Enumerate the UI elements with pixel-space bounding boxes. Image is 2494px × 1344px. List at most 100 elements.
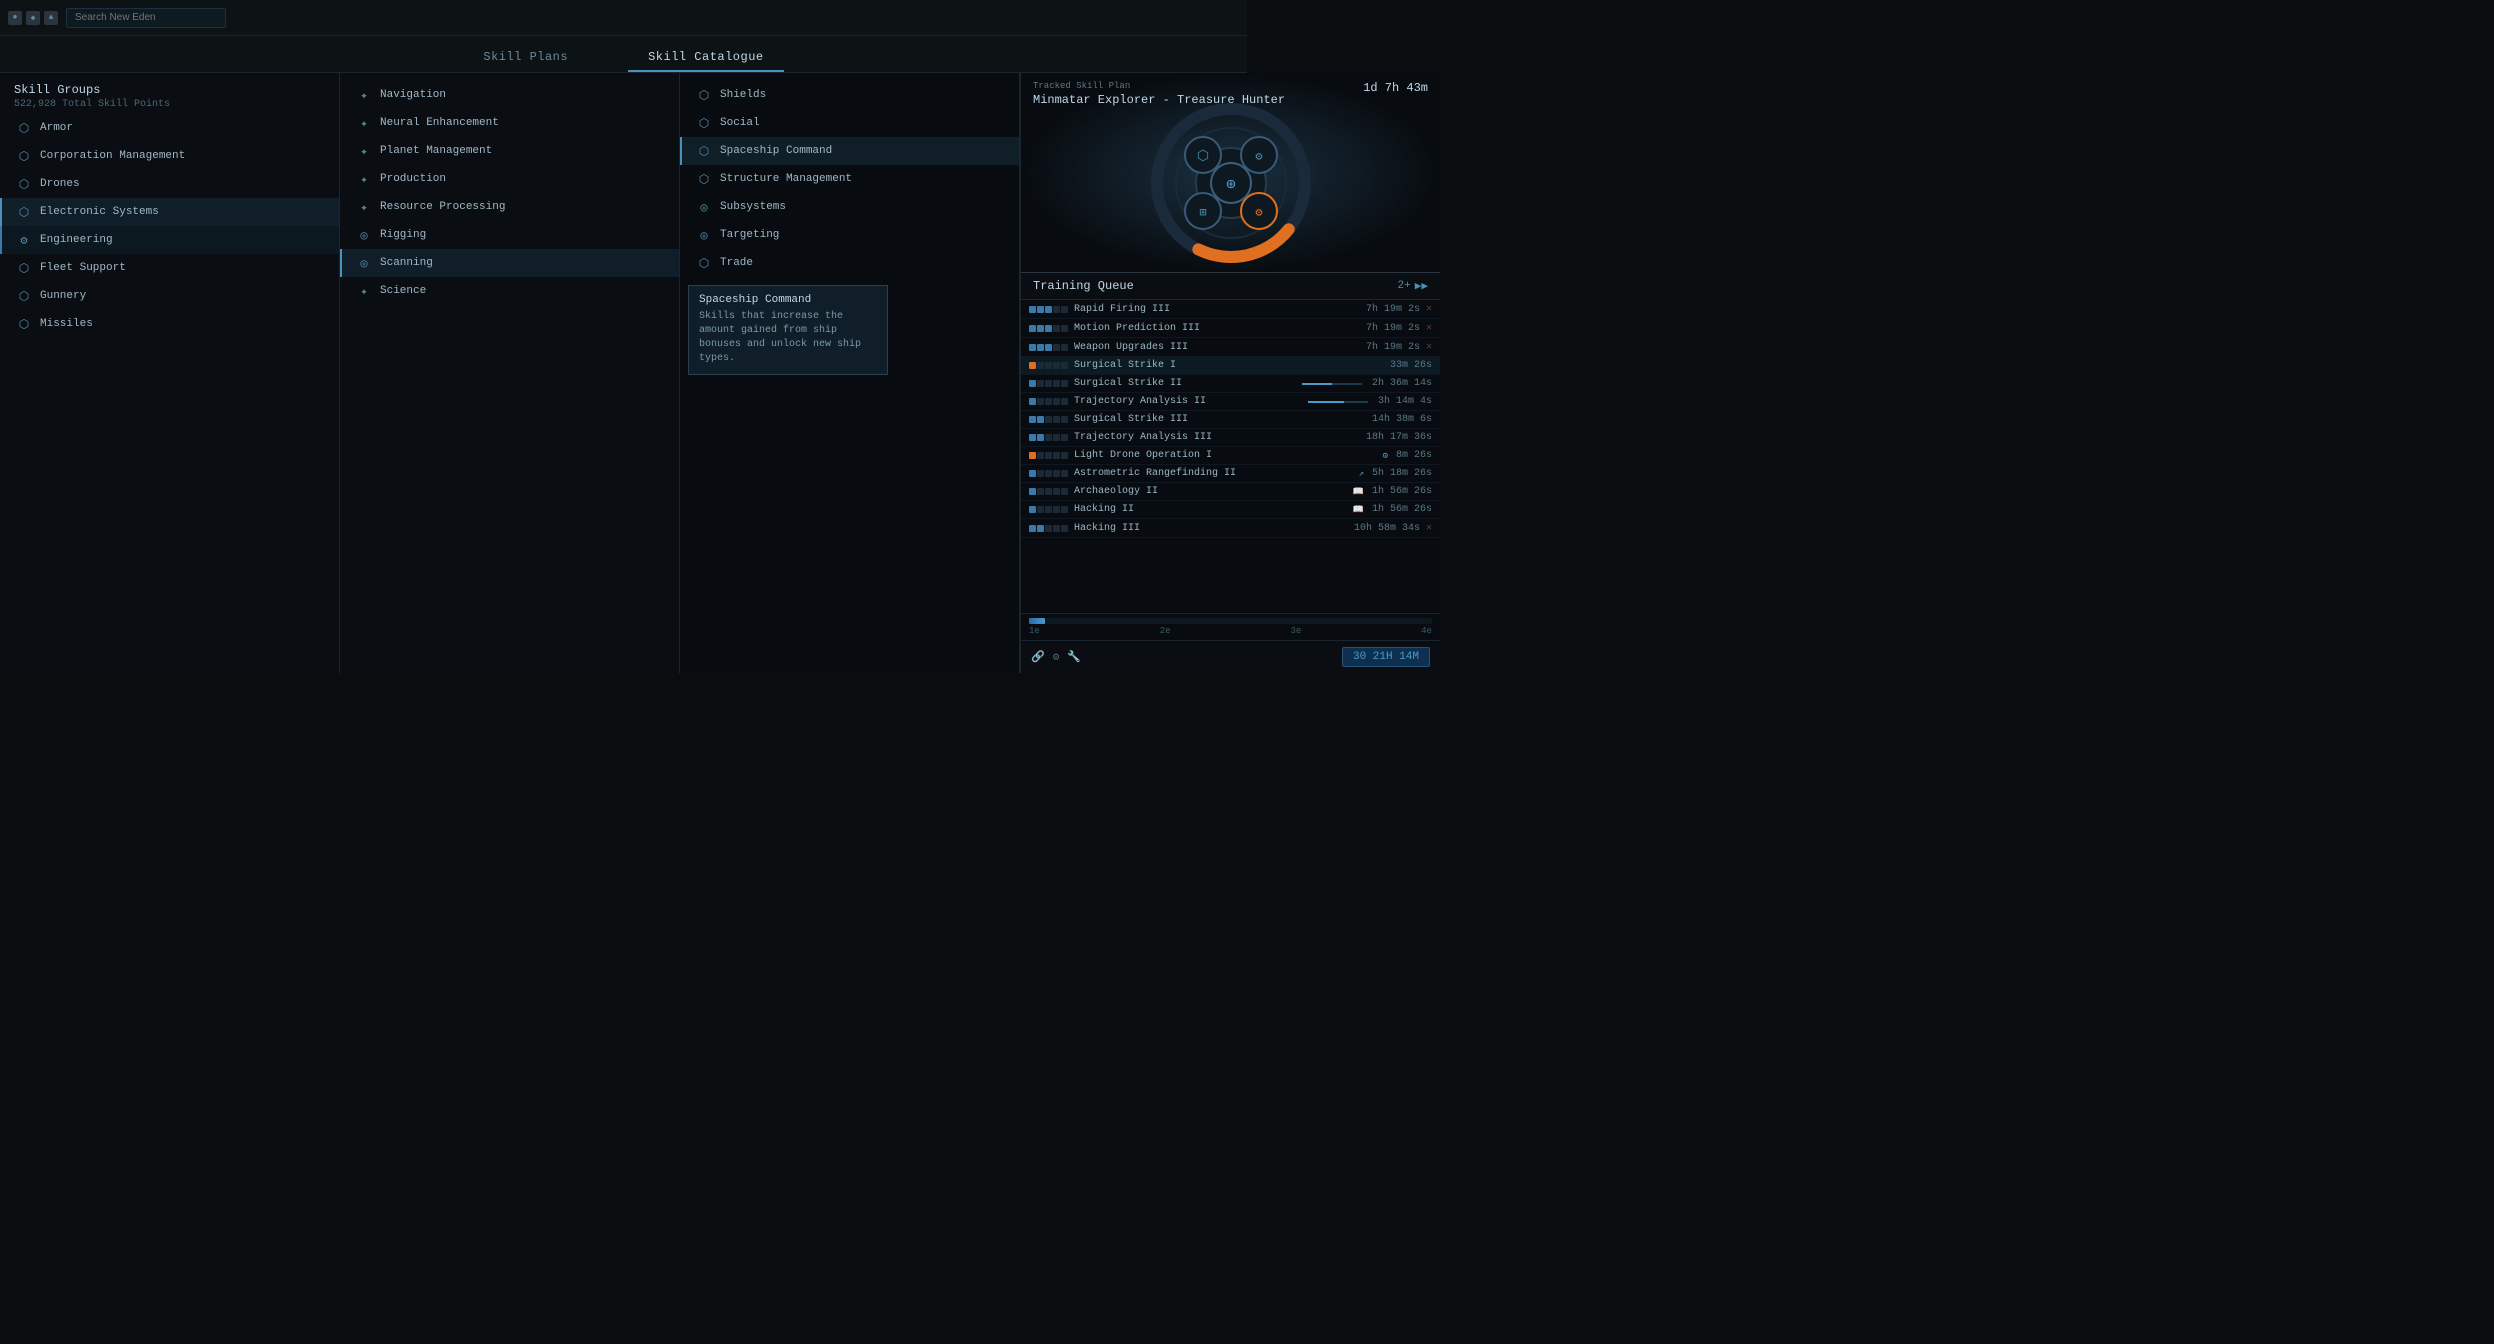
queue-dots <box>1029 434 1068 441</box>
queue-time: 5h 18m 26s <box>1372 468 1432 479</box>
armor-icon: ⬡ <box>16 120 32 136</box>
tracked-label: Tracked Skill Plan <box>1033 81 1130 91</box>
qdot <box>1061 506 1068 513</box>
queue-dots <box>1029 362 1068 369</box>
queue-remove[interactable]: ✕ <box>1426 303 1432 315</box>
category-item[interactable]: ✦ Science <box>340 277 679 305</box>
tab-skill-plans[interactable]: Skill Plans <box>463 44 588 72</box>
top-bar: ● ◆ ▲ <box>0 0 1247 36</box>
qdot <box>1053 380 1060 387</box>
subcat-item[interactable]: ⬡ Trade <box>680 249 1019 277</box>
queue-item[interactable]: Archaeology II 📖 1h 56m 26s <box>1021 483 1440 501</box>
subcat-label: Trade <box>720 257 753 269</box>
qdot <box>1029 416 1036 423</box>
qdot <box>1061 380 1068 387</box>
scanning-icon: ◎ <box>356 255 372 271</box>
link-icon[interactable]: 🔗 <box>1031 650 1045 664</box>
queue-item-active[interactable]: Light Drone Operation I ⚙ 8m 26s <box>1021 447 1440 465</box>
search-input[interactable] <box>66 8 226 28</box>
queue-item[interactable]: Hacking II 📖 1h 56m 26s <box>1021 501 1440 519</box>
skill-group-item[interactable]: ⬡ Corporation Management <box>0 142 339 170</box>
queue-dots <box>1029 416 1068 423</box>
queue-item[interactable]: Motion Prediction III 7h 19m 2s ✕ <box>1021 319 1440 338</box>
group-label: Fleet Support <box>40 262 126 274</box>
skill-group-item[interactable]: ⬡ Gunnery <box>0 282 339 310</box>
queue-remove[interactable]: ✕ <box>1426 522 1432 534</box>
category-item[interactable]: ◎ Rigging <box>340 221 679 249</box>
qdot <box>1053 488 1060 495</box>
category-item[interactable]: ✦ Neural Enhancement <box>340 109 679 137</box>
queue-list: Rapid Firing III 7h 19m 2s ✕ Motion Pred… <box>1021 300 1440 613</box>
queue-item[interactable]: Weapon Upgrades III 7h 19m 2s ✕ <box>1021 338 1440 357</box>
queue-item-active[interactable]: Surgical Strike I 33m 26s <box>1021 357 1440 375</box>
queue-dots <box>1029 470 1068 477</box>
qdot <box>1029 434 1036 441</box>
social-icon: ⬡ <box>696 115 712 131</box>
qdot <box>1061 398 1068 405</box>
skill-group-item-electronic[interactable]: ⬡ Electronic Systems <box>0 198 339 226</box>
progress-bar-fill <box>1029 618 1045 624</box>
queue-time: 33m 26s <box>1390 360 1432 371</box>
qdot <box>1029 525 1036 532</box>
queue-time: 7h 19m 2s <box>1366 323 1420 334</box>
qdot <box>1029 488 1036 495</box>
subcat-label: Targeting <box>720 229 779 241</box>
queue-item[interactable]: Surgical Strike III 14h 38m 6s <box>1021 411 1440 429</box>
subcat-item[interactable]: ⬡ Social <box>680 109 1019 137</box>
shields-icon: ⬡ <box>696 87 712 103</box>
subcat-item[interactable]: ⬡ Structure Management <box>680 165 1019 193</box>
minimize-icon[interactable]: ● <box>8 11 22 25</box>
queue-dots <box>1029 325 1068 332</box>
skill-group-item[interactable]: ⬡ Armor <box>0 114 339 142</box>
queue-remove[interactable]: ✕ <box>1426 322 1432 334</box>
wrench-icon[interactable]: 🔧 <box>1067 650 1081 664</box>
qdot <box>1061 416 1068 423</box>
qdot <box>1053 306 1060 313</box>
category-item[interactable]: ✦ Production <box>340 165 679 193</box>
qdot <box>1037 416 1044 423</box>
subcat-item-spaceship[interactable]: ⬡ Spaceship Command <box>680 137 1019 165</box>
subcat-item[interactable]: ◎ Subsystems <box>680 193 1019 221</box>
subcat-label: Subsystems <box>720 201 786 213</box>
queue-item[interactable]: Surgical Strike II 2h 36m 14s <box>1021 375 1440 393</box>
forward-icon[interactable]: ▶▶ <box>1415 279 1428 293</box>
queue-item[interactable]: Trajectory Analysis III 18h 17m 36s <box>1021 429 1440 447</box>
queue-skill-name: Trajectory Analysis II <box>1074 396 1298 407</box>
subcat-item[interactable]: ⬡ Shields <box>680 81 1019 109</box>
qdot <box>1061 325 1068 332</box>
tab-skill-catalogue[interactable]: Skill Catalogue <box>628 44 784 72</box>
qdot <box>1037 344 1044 351</box>
progress-area: 1e 2e 3e 4e <box>1021 613 1440 640</box>
queue-item[interactable]: Rapid Firing III 7h 19m 2s ✕ <box>1021 300 1440 319</box>
qdot <box>1053 344 1060 351</box>
category-label: Resource Processing <box>380 201 505 213</box>
settings-icon[interactable]: ◆ <box>26 11 40 25</box>
subcat-label: Social <box>720 117 760 129</box>
qdot <box>1053 470 1060 477</box>
skill-group-item[interactable]: ⬡ Missiles <box>0 310 339 338</box>
queue-item[interactable]: Trajectory Analysis II 3h 14m 4s <box>1021 393 1440 411</box>
spaceship-icon: ⬡ <box>696 143 712 159</box>
qdot <box>1037 398 1044 405</box>
skill-group-item[interactable]: ⬡ Fleet Support <box>0 254 339 282</box>
svg-text:⊞: ⊞ <box>1199 206 1206 220</box>
category-label: Navigation <box>380 89 446 101</box>
queue-remove[interactable]: ✕ <box>1426 341 1432 353</box>
category-item[interactable]: ✦ Navigation <box>340 81 679 109</box>
category-item[interactable]: ✦ Resource Processing <box>340 193 679 221</box>
subcat-item[interactable]: ◎ Targeting <box>680 221 1019 249</box>
queue-progress-fill <box>1308 401 1344 403</box>
svg-text:⚙: ⚙ <box>1255 150 1263 164</box>
queue-item[interactable]: Astrometric Rangefinding II ↗ 5h 18m 26s <box>1021 465 1440 483</box>
queue-skill-name: Surgical Strike II <box>1074 378 1292 389</box>
queue-footer: 🔗 ⚙ 🔧 30 21H 14M <box>1021 640 1440 673</box>
skill-group-item[interactable]: ⬡ Drones <box>0 170 339 198</box>
queue-time: 8m 26s <box>1396 450 1432 461</box>
category-item[interactable]: ✦ Planet Management <box>340 137 679 165</box>
queue-progress-line <box>1302 383 1362 385</box>
queue-item[interactable]: Hacking III 10h 58m 34s ✕ <box>1021 519 1440 538</box>
skill-group-item-engineering[interactable]: ⚙ Engineering <box>0 226 339 254</box>
close-icon[interactable]: ▲ <box>44 11 58 25</box>
category-item-scanning[interactable]: ◎ Scanning <box>340 249 679 277</box>
settings-icon[interactable]: ⚙ <box>1053 650 1060 664</box>
